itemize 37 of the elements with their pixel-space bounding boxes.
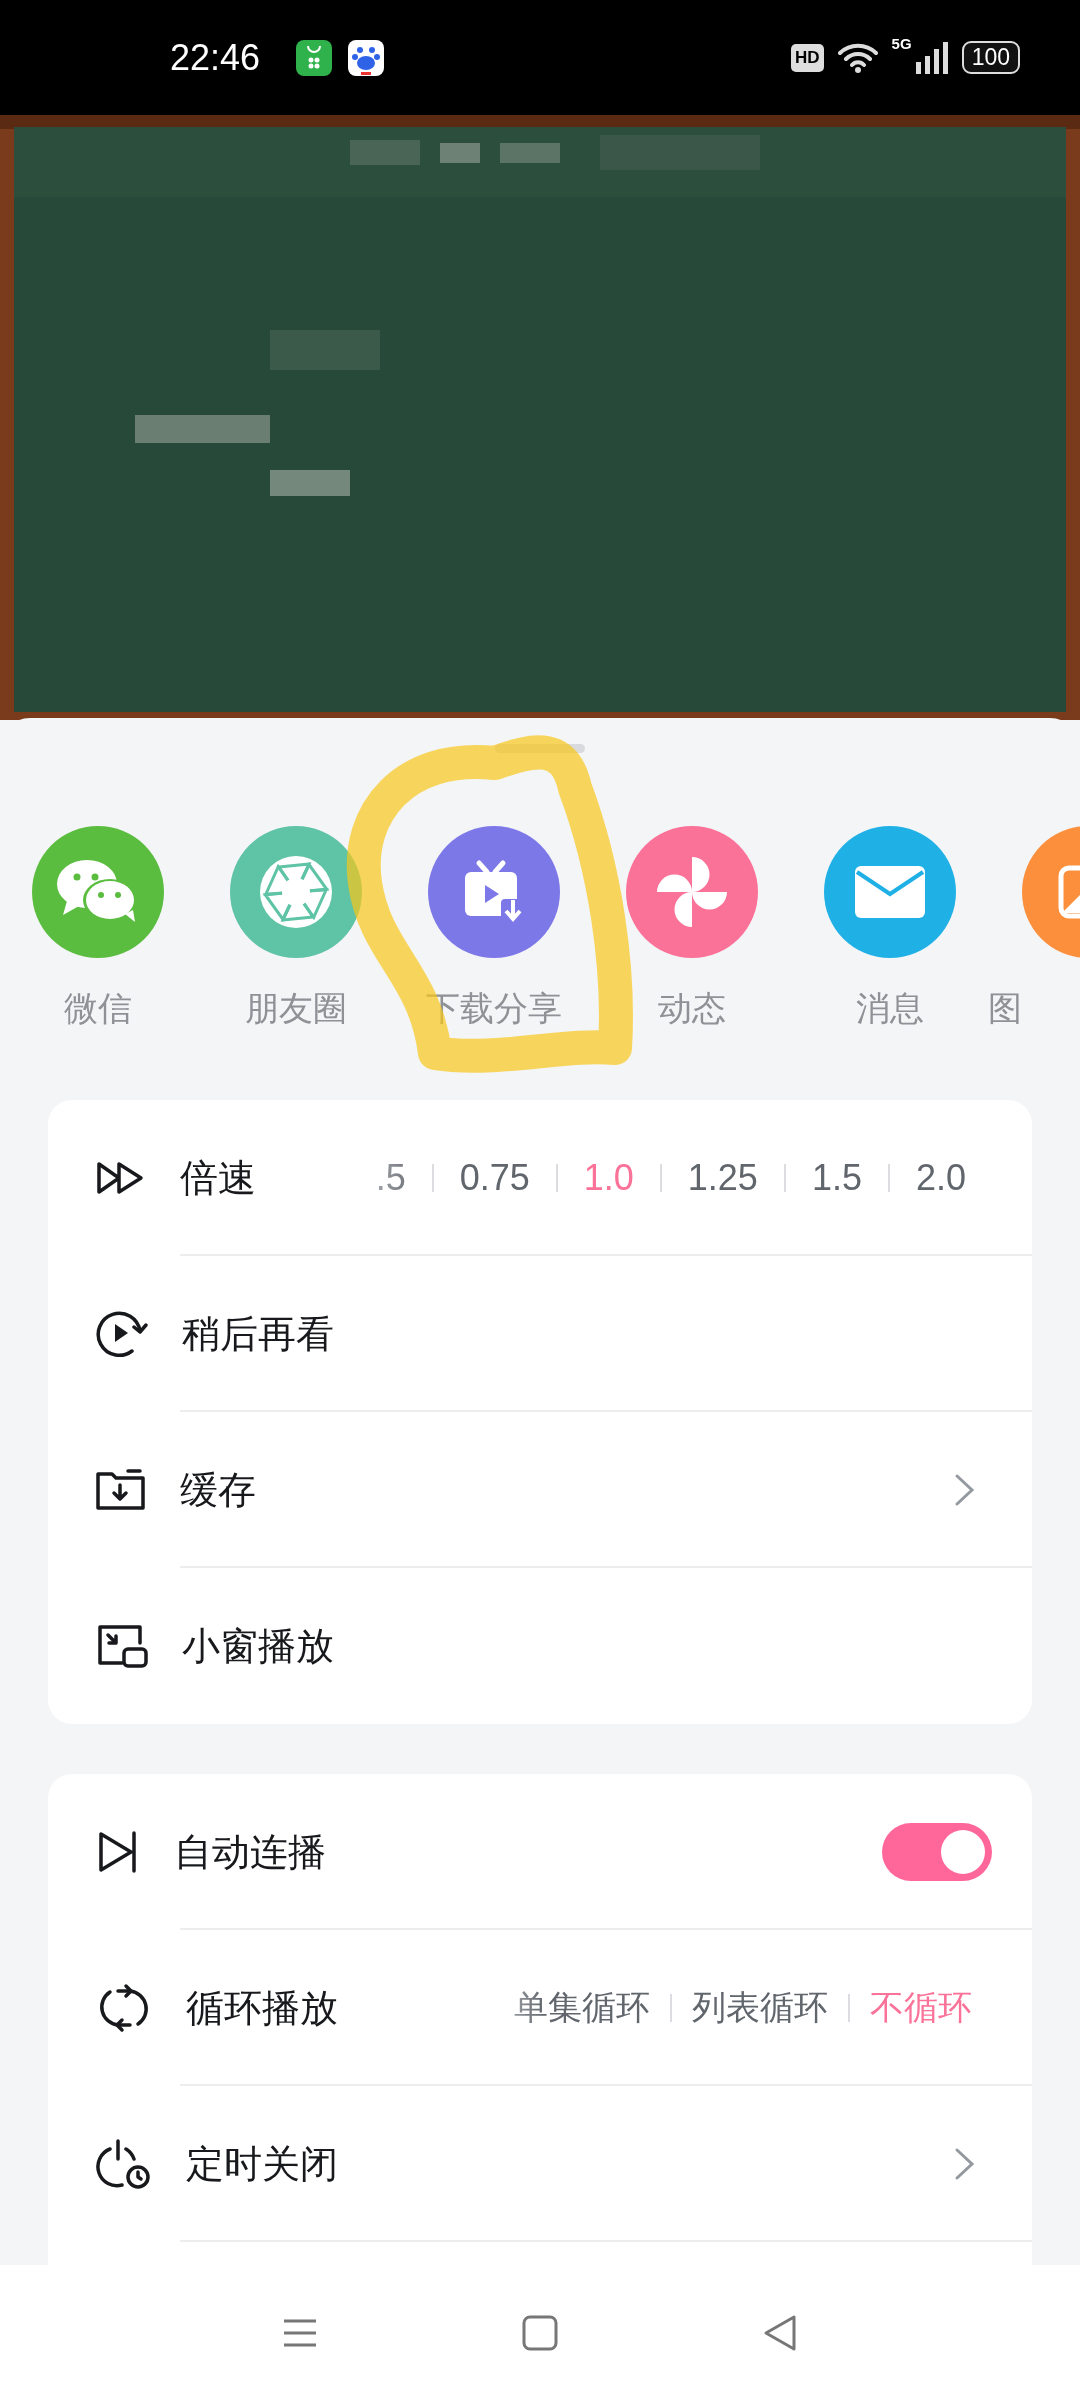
status-time: 22:46 [170,36,261,79]
row-label[interactable]: 缓存 [180,1464,256,1516]
share-target[interactable]: 朋友圈 [230,826,362,1100]
speed-option[interactable]: 2.0 [889,1157,992,1199]
replay-icon [96,1309,148,1359]
signal-icon [915,41,948,74]
speed-option[interactable]: 1.25 [661,1157,784,1199]
share-target[interactable]: 动态 [626,826,758,1100]
share-target[interactable]: 消息 [824,826,956,1100]
aperture-icon [259,855,333,929]
envelope-icon [855,866,925,918]
battery-level: 100 [961,41,1020,74]
pinwheel-icon [655,855,729,929]
speed-option[interactable]: 1.5 [785,1157,888,1199]
shopping-bag-icon [296,39,333,76]
timer-power-icon [96,2139,152,2189]
row-label[interactable]: 小窗播放 [182,1620,334,1672]
row-label[interactable]: 稍后再看 [182,1308,334,1360]
speed-option[interactable]: .5 [349,1157,432,1199]
paw-icon [348,39,385,76]
toggle-switch[interactable] [882,1823,992,1881]
loop-option[interactable]: 列表循环 [672,1985,848,2031]
chevron-right-icon [954,2147,976,2181]
row-label: 自动连播 [174,1828,326,1876]
hd-badge: HD [791,43,824,72]
mini-window-icon [96,1623,148,1669]
loop-option[interactable]: 单集循环 [494,1985,670,2031]
network-type: 5G [891,35,912,52]
chevron-right-icon [954,1473,976,1507]
share-target[interactable]: 图 [988,826,1080,1100]
folder-download-icon [96,1468,146,1512]
wifi-icon [837,41,878,74]
row-label[interactable]: 定时关闭 [186,2138,338,2190]
row-label: 倍速 [180,1154,256,1202]
row-label: 循环播放 [186,1984,338,2032]
speed-option[interactable]: 0.75 [433,1157,556,1199]
share-target[interactable]: 微信 [32,826,164,1100]
